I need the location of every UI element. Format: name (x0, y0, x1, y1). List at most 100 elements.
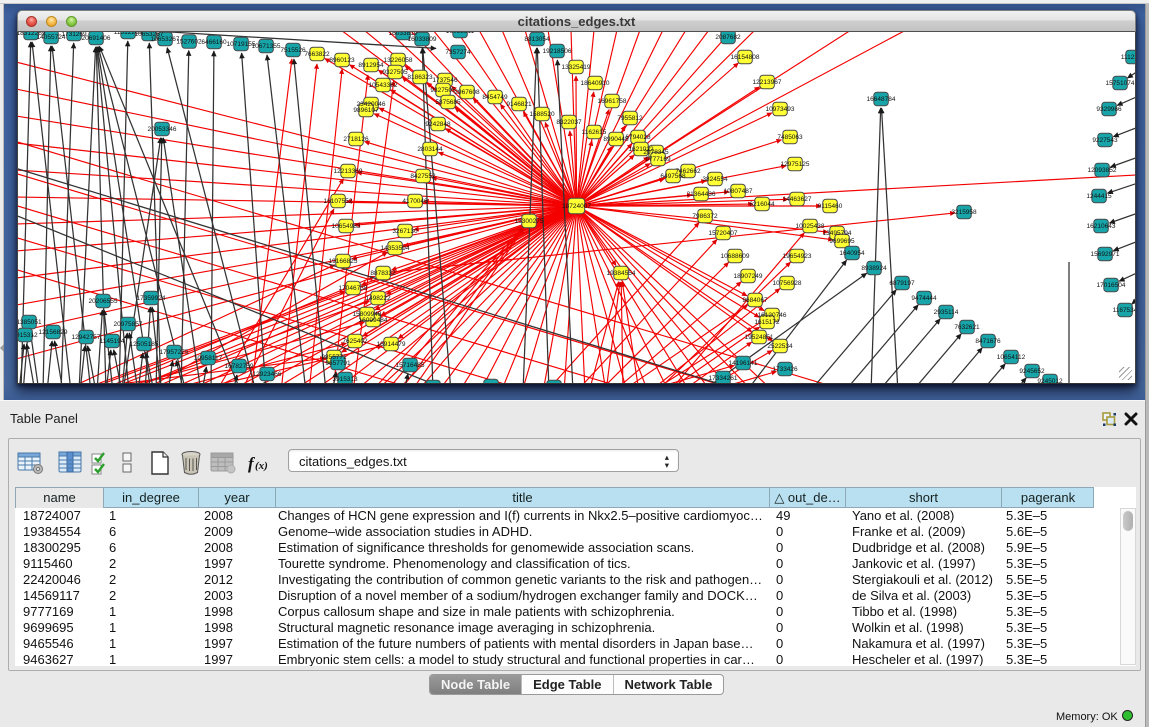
svg-text:16033811: 16033811 (446, 32, 475, 35)
svg-text:1498222: 1498222 (365, 295, 391, 302)
svg-text:2522534: 2522534 (767, 343, 793, 350)
svg-text:15751074: 15751074 (1106, 80, 1135, 87)
svg-text:19166825: 19166825 (329, 258, 358, 265)
svg-text:8878332: 8878332 (370, 270, 396, 277)
svg-text:12093852: 12093852 (1088, 167, 1117, 174)
svg-text:13325419: 13325419 (562, 64, 591, 71)
svg-text:10688609: 10688609 (721, 253, 750, 260)
svg-text:19384554: 19384554 (607, 270, 636, 277)
svg-text:20691406: 20691406 (82, 35, 111, 42)
svg-text:8427552: 8427552 (410, 173, 436, 180)
svg-text:2087682: 2087682 (715, 34, 741, 41)
svg-text:8186323: 8186323 (407, 74, 433, 81)
svg-text:17334261: 17334261 (709, 375, 738, 382)
svg-text:2718126: 2718126 (343, 136, 369, 143)
svg-text:10973493: 10973493 (766, 106, 795, 113)
svg-text:15692971: 15692971 (1091, 251, 1120, 258)
svg-text:20053346: 20053346 (148, 126, 177, 133)
svg-text:21364436: 21364436 (687, 191, 716, 198)
svg-text:9245652: 9245652 (1019, 368, 1045, 375)
svg-text:16648784: 16648784 (867, 96, 896, 103)
svg-text:8454749: 8454749 (482, 94, 508, 101)
svg-text:8938924: 8938924 (861, 265, 887, 272)
svg-text:6216044: 6216044 (749, 201, 775, 208)
svg-text:7625402: 7625402 (342, 338, 368, 345)
svg-text:16961758: 16961758 (598, 98, 627, 105)
svg-text:10782759: 10782759 (477, 383, 506, 384)
svg-text:9684067: 9684067 (742, 297, 768, 304)
svg-text:8813054: 8813054 (524, 36, 550, 43)
svg-text:10958117: 10958117 (194, 355, 223, 362)
svg-text:20975857: 20975857 (114, 321, 143, 328)
svg-text:18724007: 18724007 (562, 203, 591, 210)
svg-text:9474444: 9474444 (911, 295, 937, 302)
svg-text:7986372: 7986372 (692, 213, 718, 220)
svg-text:3824554: 3824554 (702, 176, 728, 183)
svg-text:17046738: 17046738 (339, 285, 368, 292)
svg-text:(x): (x) (255, 460, 268, 472)
svg-text:10543362: 10543362 (369, 82, 398, 89)
svg-text:10756928: 10756928 (773, 280, 802, 287)
svg-text:9327505: 9327505 (430, 87, 456, 94)
svg-text:14353594: 14353594 (381, 245, 410, 252)
svg-text:9245012: 9245012 (1037, 378, 1063, 384)
svg-text:9327505: 9327505 (382, 69, 408, 76)
svg-text:5875685: 5875685 (435, 99, 461, 106)
svg-text:12213967: 12213967 (753, 79, 782, 86)
svg-text:16210643: 16210643 (1087, 223, 1116, 230)
svg-text:1167534: 1167534 (1113, 307, 1136, 314)
svg-text:4170046: 4170046 (402, 198, 428, 205)
svg-text:15809948: 15809948 (353, 311, 382, 318)
svg-text:13226058: 13226058 (384, 57, 413, 64)
svg-text:16107552: 16107552 (324, 198, 353, 205)
svg-text:10671355: 10671355 (252, 43, 281, 50)
svg-text:15716485: 15716485 (396, 362, 425, 369)
svg-text:3267130: 3267130 (392, 228, 418, 235)
svg-text:17016504: 17016504 (1097, 282, 1126, 289)
svg-text:12942757: 12942757 (72, 334, 101, 341)
svg-text:7485063: 7485063 (777, 134, 803, 141)
svg-text:16099484: 16099484 (359, 317, 388, 324)
svg-text:8912954: 8912954 (358, 62, 384, 69)
svg-text:9115460: 9115460 (818, 203, 843, 210)
svg-text:2803144: 2803144 (417, 146, 443, 153)
svg-text:19524851: 19524851 (745, 334, 774, 341)
svg-text:15300275: 15300275 (515, 218, 544, 225)
svg-text:18640910: 18640910 (581, 80, 610, 87)
svg-text:16914479: 16914479 (377, 341, 406, 348)
svg-text:15720407: 15720407 (709, 230, 738, 237)
svg-text:10654112: 10654112 (997, 354, 1026, 361)
svg-text:6794028: 6794028 (625, 134, 651, 141)
svg-text:1640954: 1640954 (839, 250, 865, 257)
svg-text:1385051: 1385051 (18, 319, 42, 326)
svg-text:8960123: 8960123 (329, 57, 355, 64)
svg-text:6466160: 6466160 (201, 39, 227, 46)
svg-text:9896107: 9896107 (353, 107, 379, 114)
svg-text:1244415: 1244415 (1086, 193, 1112, 200)
svg-text:1737546: 1737546 (432, 77, 458, 84)
svg-text:9657791: 9657791 (325, 360, 351, 367)
svg-text:3915313: 3915313 (332, 376, 358, 383)
svg-text:16033809: 16033809 (408, 36, 437, 43)
svg-text:1145194: 1145194 (100, 338, 125, 345)
svg-text:8471676: 8471676 (975, 338, 1001, 345)
svg-text:1733426: 1733426 (772, 366, 798, 373)
svg-text:12213369: 12213369 (334, 168, 363, 175)
svg-text:9329966: 9329966 (1096, 106, 1122, 113)
svg-text:6497568: 6497568 (660, 173, 686, 180)
svg-text:9777169: 9777169 (645, 156, 671, 163)
svg-text:19654923: 19654923 (783, 253, 812, 260)
svg-text:7515526: 7515526 (280, 47, 306, 54)
svg-text:9242848: 9242848 (425, 121, 451, 128)
svg-text:3915312: 3915312 (18, 332, 38, 339)
svg-text:18907249: 18907249 (734, 273, 763, 280)
svg-text:9146821: 9146821 (506, 101, 532, 108)
svg-text:16782759: 16782759 (225, 363, 254, 370)
svg-text:7632621: 7632621 (954, 324, 980, 331)
svg-text:20206555: 20206555 (89, 298, 118, 305)
svg-text:7357274: 7357274 (445, 49, 471, 56)
svg-text:12923466: 12923466 (253, 371, 282, 378)
svg-text:1162615: 1162615 (582, 129, 607, 136)
svg-text:8322037: 8322037 (556, 119, 582, 126)
svg-text:6879197: 6879197 (889, 280, 915, 287)
